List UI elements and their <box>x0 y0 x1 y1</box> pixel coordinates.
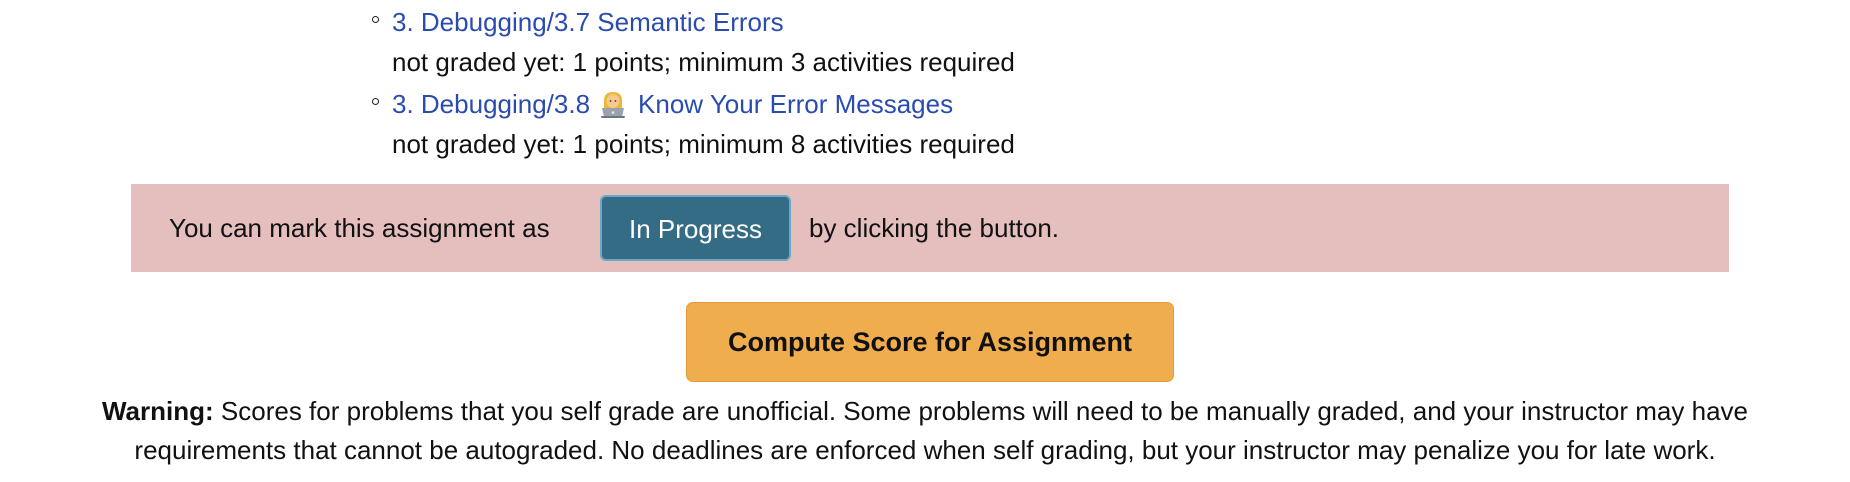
warning-text-1: Scores for problems that you self grade … <box>220 396 1748 426</box>
banner-text-after: by clicking the button. <box>809 213 1060 243</box>
activity-list: 3. Debugging/3.7 Semantic Errors not gra… <box>372 2 1015 166</box>
self-grade-warning: Warning: Scores for problems that you se… <box>0 392 1850 470</box>
activity-link-prefix: 3. Debugging/3.8 <box>392 89 591 119</box>
warning-line-2: requirements that cannot be autograded. … <box>134 435 1716 465</box>
assignment-status-banner: You can mark this assignment as In Progr… <box>131 184 1729 272</box>
activity-link-semantic-errors[interactable]: 3. Debugging/3.7 Semantic Errors <box>392 2 1015 42</box>
bullet-icon <box>372 16 379 23</box>
warning-label: Warning: <box>101 396 214 426</box>
activity-status: not graded yet: 1 points; minimum 3 acti… <box>392 47 1015 77</box>
warning-line-1: Warning: Scores for problems that you se… <box>0 392 1850 431</box>
technologist-emoji-icon <box>598 89 628 119</box>
banner-text-before: You can mark this assignment as <box>169 213 550 243</box>
activity-link-suffix: Know Your Error Messages <box>638 89 954 119</box>
activity-status: not graded yet: 1 points; minimum 8 acti… <box>392 129 1015 159</box>
compute-score-button[interactable]: Compute Score for Assignment <box>686 302 1174 382</box>
list-item: 3. Debugging/3.8 Know Your Error Message… <box>372 84 1015 164</box>
in-progress-button[interactable]: In Progress <box>600 195 791 261</box>
bullet-icon <box>372 98 379 105</box>
list-item: 3. Debugging/3.7 Semantic Errors not gra… <box>372 2 1015 82</box>
activity-link-error-messages[interactable]: 3. Debugging/3.8 Know Your Error Message… <box>392 84 1015 124</box>
assignment-page: 3. Debugging/3.7 Semantic Errors not gra… <box>0 0 1850 482</box>
